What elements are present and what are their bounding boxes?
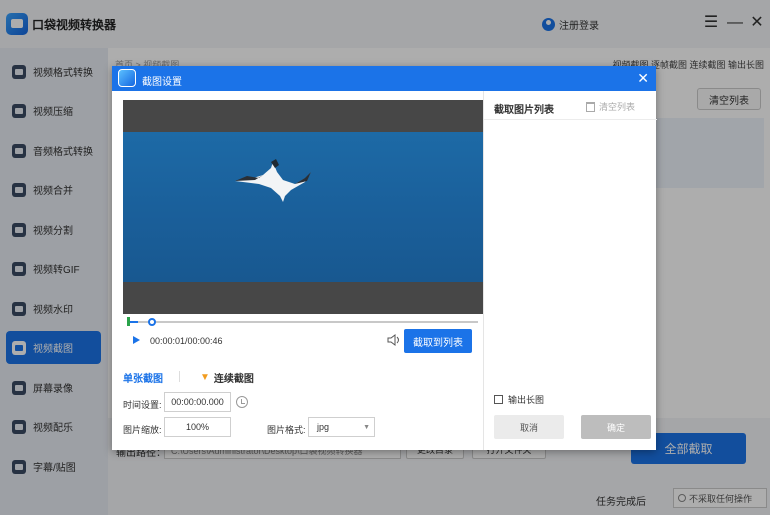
capture-list-panel: 截取图片列表 清空列表 输出长图 取消 确定: [483, 91, 657, 450]
reset-time-icon[interactable]: [236, 396, 248, 408]
clear-list-link[interactable]: 清空列表: [586, 100, 635, 113]
checkbox-icon: [494, 395, 503, 404]
time-setting-input[interactable]: 00:00:00.000: [164, 392, 231, 412]
divider: [484, 119, 657, 120]
tab-single-capture[interactable]: 单张截图: [123, 370, 163, 385]
play-icon[interactable]: [133, 336, 140, 344]
image-scale-input[interactable]: 100%: [164, 417, 231, 437]
time-setting-label: 时间设置:: [123, 400, 162, 410]
video-preview[interactable]: [123, 100, 483, 314]
trash-icon: [586, 101, 595, 112]
tab-continuous-capture[interactable]: ▼ 连续截图: [200, 370, 254, 385]
image-format-label: 图片格式:: [267, 425, 306, 435]
capture-to-list-button[interactable]: 截取到列表: [404, 329, 472, 353]
chevron-down-icon: ▼: [200, 372, 210, 383]
clear-list-label: 清空列表: [599, 102, 636, 112]
chevron-down-icon: ▼: [363, 424, 370, 431]
dialog-title: 截图设置: [142, 77, 182, 88]
bird-image: [235, 159, 311, 202]
video-frame: [123, 132, 483, 282]
image-format-select[interactable]: jpg ▼: [308, 417, 375, 437]
close-icon[interactable]: ✕: [637, 70, 649, 86]
cancel-button[interactable]: 取消: [494, 415, 564, 439]
image-format-value: jpg: [317, 422, 330, 432]
volume-icon[interactable]: [387, 334, 401, 346]
seek-bar[interactable]: [127, 318, 478, 326]
checkbox-label: 输出长图: [508, 395, 545, 405]
confirm-button[interactable]: 确定: [581, 415, 651, 439]
seek-start-marker-icon: [127, 317, 130, 326]
time-readout: 00:00:01/00:00:46: [150, 336, 223, 346]
tab-divider: [179, 371, 180, 382]
screenshot-settings-dialog: 截图设置 ✕ 00:00:01/00:00:46 截取到列表 单张截图 ▼ 连续截…: [112, 66, 657, 450]
image-scale-label: 图片缩放:: [123, 425, 162, 435]
dialog-header: 截图设置 ✕: [112, 66, 656, 91]
seek-handle[interactable]: [148, 318, 156, 326]
output-long-image-checkbox[interactable]: 输出长图: [494, 393, 544, 406]
dialog-logo-icon: [118, 69, 136, 87]
tab-label: 连续截图: [213, 374, 254, 385]
capture-list-title: 截取图片列表: [494, 105, 554, 116]
